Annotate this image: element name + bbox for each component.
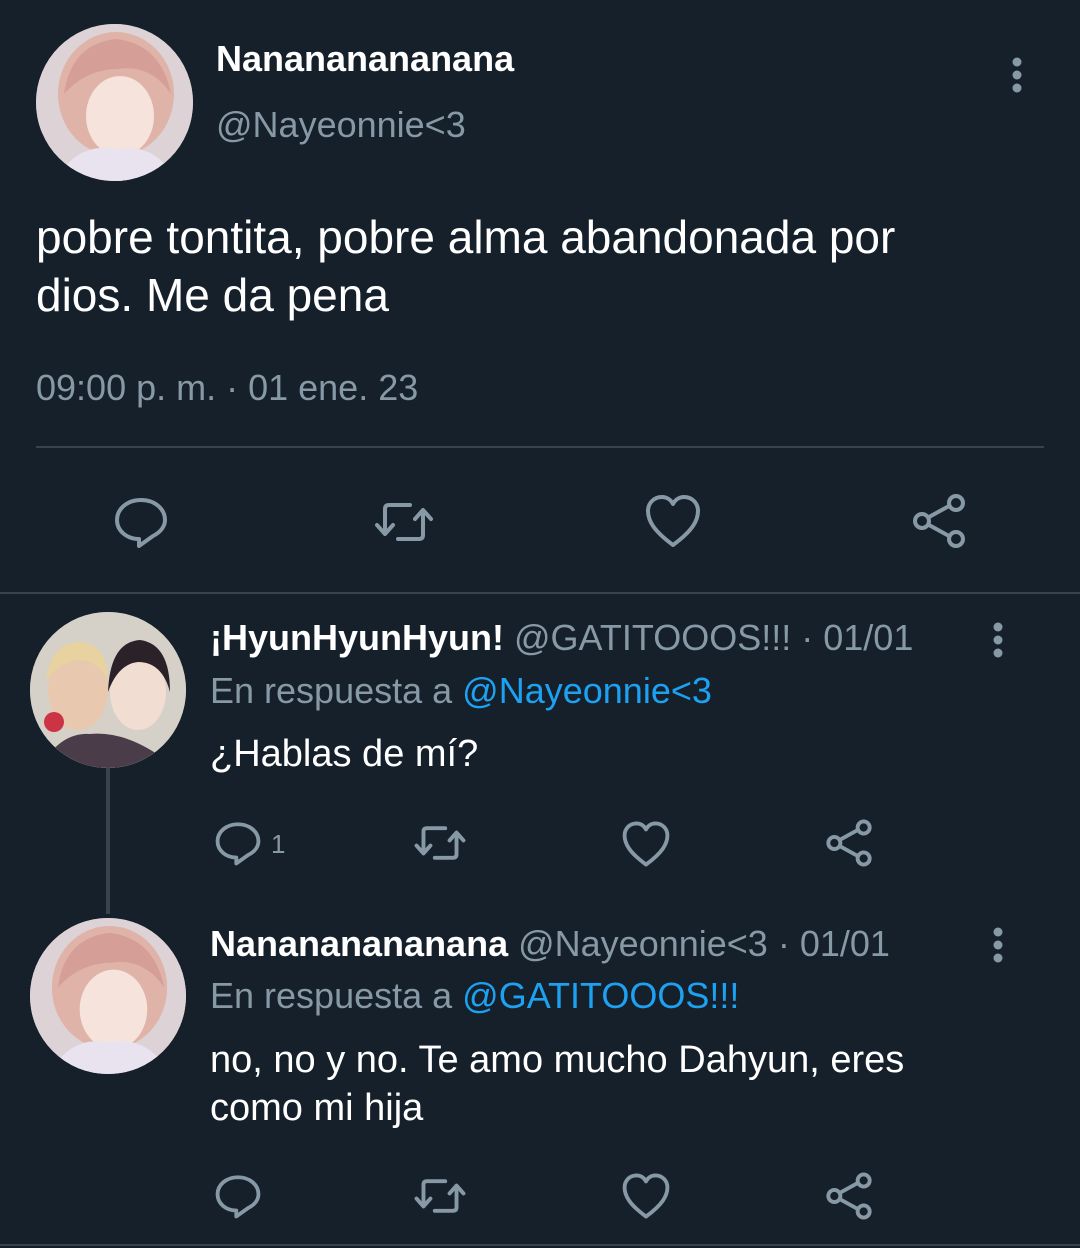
reply2-share-icon[interactable] bbox=[824, 1171, 874, 1221]
reply2-avatar[interactable] bbox=[30, 918, 186, 1074]
reply2-date[interactable]: · 01/01 bbox=[778, 923, 890, 964]
main-tweet-text-line1: pobre tontita, pobre alma abandonada por bbox=[36, 211, 896, 263]
main-timestamp[interactable]: 09:00 p. m. · 01 ene. 23 bbox=[36, 367, 418, 409]
main-divider bbox=[36, 446, 1044, 448]
more-options-icon[interactable] bbox=[1004, 56, 1030, 96]
reply2-text-line1: no, no y no. Te amo mucho Dahyun, eres bbox=[210, 1039, 905, 1081]
reply2-like-icon[interactable] bbox=[621, 1172, 671, 1220]
reply2-header: Nanananananana @Nayeonnie<3 · 01/01 bbox=[210, 923, 890, 965]
retweet-icon[interactable] bbox=[372, 499, 436, 545]
main-tweet-text-line2: dios. Me da pena bbox=[36, 269, 389, 321]
reply2-reply-icon[interactable] bbox=[214, 1173, 262, 1219]
reply-icon[interactable] bbox=[113, 495, 169, 549]
reply2-more-options-icon[interactable] bbox=[985, 926, 1011, 966]
reply1-reply-to-link[interactable]: @Nayeonnie<3 bbox=[462, 670, 712, 711]
reply2-text-line2: como mi hija bbox=[210, 1087, 424, 1129]
reply2-handle[interactable]: @Nayeonnie<3 bbox=[518, 923, 768, 964]
reply1-handle[interactable]: @GATITOOOS!!! bbox=[514, 617, 791, 658]
section-divider bbox=[0, 592, 1080, 594]
reply1-text: ¿Hablas de mí? bbox=[210, 733, 479, 775]
share-icon[interactable] bbox=[910, 492, 968, 550]
reply2-display-name[interactable]: Nanananananana bbox=[210, 923, 508, 964]
reply1-reply-icon[interactable] bbox=[214, 820, 262, 866]
bottom-divider bbox=[0, 1244, 1080, 1246]
reply1-date[interactable]: · 01/01 bbox=[801, 617, 913, 658]
like-icon[interactable] bbox=[644, 493, 702, 549]
reply1-reply-count: 1 bbox=[271, 829, 286, 859]
main-display-name[interactable]: Nanananananana bbox=[216, 38, 514, 80]
reply1-like-icon[interactable] bbox=[621, 820, 671, 868]
reply1-avatar[interactable] bbox=[30, 612, 186, 768]
reply2-retweet-icon[interactable] bbox=[412, 1176, 468, 1216]
reply1-reply-prefix: En respuesta a bbox=[210, 670, 453, 711]
reply1-thread-line bbox=[106, 768, 110, 914]
reply2-reply-to-link[interactable]: @GATITOOOS!!! bbox=[462, 975, 739, 1016]
main-avatar[interactable] bbox=[36, 24, 193, 181]
reply2-reply-prefix: En respuesta a bbox=[210, 975, 453, 1016]
reply1-more-options-icon[interactable] bbox=[985, 621, 1011, 661]
main-handle[interactable]: @Nayeonnie<3 bbox=[216, 104, 466, 146]
reply1-header: ¡HyunHyunHyun! @GATITOOOS!!! · 01/01 bbox=[210, 617, 913, 659]
reply1-reply-context: En respuesta a @Nayeonnie<3 bbox=[210, 670, 712, 712]
reply1-share-icon[interactable] bbox=[824, 818, 874, 868]
reply2-reply-context: En respuesta a @GATITOOOS!!! bbox=[210, 975, 739, 1017]
reply1-retweet-icon[interactable] bbox=[412, 823, 468, 863]
reply1-display-name[interactable]: ¡HyunHyunHyun! bbox=[210, 617, 504, 658]
